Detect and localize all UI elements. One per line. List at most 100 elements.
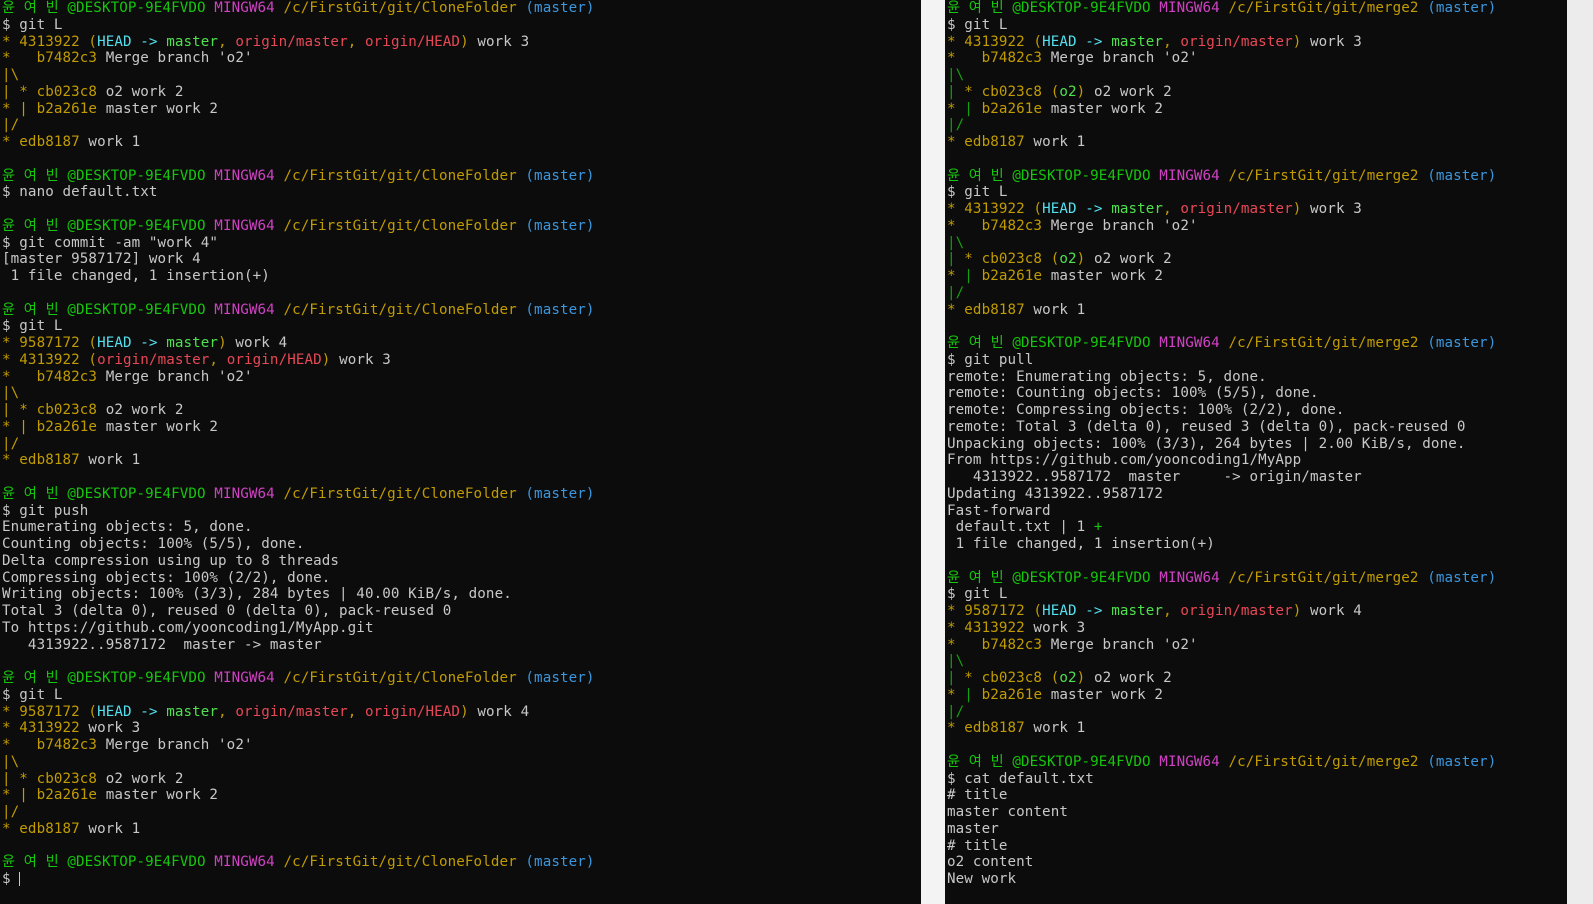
right-terminal-line: From https://github.com/yooncoding1/MyAp… [947, 452, 1496, 469]
left-terminal-line [2, 151, 595, 168]
right-terminal-text-segment: remote: Enumerating objects: 5, done. [947, 368, 1267, 385]
right-terminal-text-segment: ( [1033, 603, 1043, 619]
right-terminal-text-segment: origin/master [1180, 201, 1293, 217]
right-terminal-line: default.txt | 1 + [947, 519, 1496, 536]
right-terminal-text-segment: Merge branch 'o2' [1042, 50, 1198, 67]
left-terminal-text-segment: o2 work 2 [97, 83, 184, 100]
left-terminal-text-segment: (master) [525, 167, 595, 184]
right-terminal-line: $ git L [947, 184, 1496, 201]
left-terminal-text-segment: $ [2, 871, 20, 887]
left-terminal-text-segment: , [347, 33, 366, 50]
right-terminal-text-segment: |\ [947, 234, 965, 251]
left-terminal-text-segment: ) [218, 335, 227, 351]
right-terminal-text-segment: (master) [1427, 167, 1497, 184]
left-terminal-text-segment: master [166, 335, 219, 351]
text-cursor[interactable] [19, 872, 21, 886]
right-terminal-line: remote: Compressing objects: 100% (2/2),… [947, 402, 1496, 419]
right-terminal-text-segment: MINGW64 [1159, 753, 1229, 770]
left-terminal-text-segment: Merge branch 'o2' [97, 737, 253, 753]
right-terminal-text-segment: | [947, 83, 965, 100]
left-terminal-text-segment: 윤 여 빈 @DESKTOP-9E4FVDO [2, 670, 215, 686]
left-terminal-text-segment: $ git push [2, 502, 89, 519]
right-terminal-text-segment: * 4313922 [947, 33, 1034, 50]
left-terminal-line: $ [2, 871, 595, 888]
right-terminal-line: 1 file changed, 1 insertion(+) [947, 536, 1496, 553]
right-terminal-line: Unpacking objects: 100% (3/3), 264 bytes… [947, 436, 1496, 453]
left-terminal-line: Counting objects: 100% (5/5), done. [2, 536, 595, 553]
left-terminal-output: 윤 여 빈 @DESKTOP-9E4FVDO MINGW64 /c/FirstG… [2, 0, 595, 888]
left-terminal-line: 윤 여 빈 @DESKTOP-9E4FVDO MINGW64 /c/FirstG… [2, 302, 595, 319]
left-terminal-text-segment: | * cb023c8 [2, 770, 98, 787]
right-terminal-text-segment: work 3 [1024, 619, 1086, 636]
right-terminal-text-segment: remote: Compressing objects: 100% (2/2),… [947, 402, 1345, 418]
right-terminal-text-segment: master [947, 820, 999, 837]
left-terminal-text-segment: (master) [525, 0, 595, 16]
right-terminal-line: 윤 여 빈 @DESKTOP-9E4FVDO MINGW64 /c/FirstG… [947, 754, 1496, 771]
left-terminal-line: |\ [2, 385, 595, 402]
right-terminal-text-segment: * cb023c8 [964, 83, 1051, 100]
left-terminal-text-segment: (master) [525, 854, 595, 871]
left-terminal-text-segment: , [218, 703, 236, 720]
left-terminal-line: * 4313922 (HEAD -> master, origin/master… [2, 34, 595, 51]
left-terminal-text-segment: 윤 여 빈 @DESKTOP-9E4FVDO [2, 167, 215, 184]
left-terminal-text-segment: origin/HEAD [365, 33, 461, 50]
right-terminal-text-segment: , [1163, 201, 1181, 217]
left-terminal-line: Enumerating objects: 5, done. [2, 519, 595, 536]
left-terminal-text-segment: MINGW64 [214, 301, 284, 318]
right-terminal-text-segment: master [1111, 603, 1164, 619]
right-terminal-pane[interactable]: 윤 여 빈 @DESKTOP-9E4FVDO MINGW64 /c/FirstG… [945, 0, 1567, 904]
right-terminal-line: * | b2a261e master work 2 [947, 268, 1496, 285]
right-terminal-line: remote: Enumerating objects: 5, done. [947, 369, 1496, 386]
right-terminal-text-segment: master work 2 [1042, 268, 1164, 284]
left-terminal-line: * edb8187 work 1 [2, 821, 595, 838]
left-terminal-text-segment: MINGW64 [214, 485, 284, 502]
right-terminal-line: 4313922..9587172 master -> origin/master [947, 469, 1496, 486]
left-terminal-pane[interactable]: 윤 여 빈 @DESKTOP-9E4FVDO MINGW64 /c/FirstG… [0, 0, 921, 904]
right-terminal-line: * 4313922 (HEAD -> master, origin/master… [947, 201, 1496, 218]
right-terminal-text-segment: $ git L [947, 184, 1008, 201]
right-terminal-text-segment: (master) [1427, 569, 1497, 586]
pane-divider[interactable] [921, 0, 945, 904]
right-terminal-text-segment: o2 [1059, 670, 1077, 686]
left-terminal-text-segment: o2 work 2 [97, 770, 184, 787]
right-terminal-text-segment: $ git L [947, 586, 1008, 603]
left-terminal-line: $ git commit -am "work 4" [2, 235, 595, 252]
left-terminal-text-segment: 1 file changed, 1 insertion(+) [2, 268, 270, 284]
right-terminal-text-segment: $ git pull [947, 351, 1034, 368]
right-terminal-line: * edb8187 work 1 [947, 720, 1496, 737]
left-terminal-text-segment: 윤 여 빈 @DESKTOP-9E4FVDO [2, 485, 215, 502]
left-terminal-line: 윤 여 빈 @DESKTOP-9E4FVDO MINGW64 /c/FirstG… [2, 218, 595, 235]
right-terminal-line: $ git L [947, 586, 1496, 603]
left-terminal-text-segment: * 4313922 [2, 720, 80, 737]
left-terminal-text-segment: , [218, 33, 236, 50]
right-terminal-text-segment: (master) [1427, 335, 1497, 351]
right-terminal-text-segment: default.txt | 1 [947, 519, 1094, 536]
right-terminal-line: |/ [947, 117, 1496, 134]
right-terminal-text-segment: work 1 [1024, 720, 1086, 737]
right-terminal-line: $ git L [947, 17, 1496, 34]
right-terminal-text-segment: | [947, 251, 965, 268]
right-terminal-line: * edb8187 work 1 [947, 302, 1496, 319]
left-terminal-text-segment: * edb8187 [2, 134, 80, 150]
left-terminal-line: |\ [2, 754, 595, 771]
right-terminal-text-segment: From https://github.com/yooncoding1/MyAp… [947, 452, 1302, 469]
left-terminal-line: * edb8187 work 1 [2, 452, 595, 469]
left-terminal-line: * b7482c3 Merge branch 'o2' [2, 737, 595, 754]
left-terminal-text-segment: $ git L [2, 686, 63, 703]
right-terminal-line: remote: Total 3 (delta 0), reused 3 (del… [947, 419, 1496, 436]
right-terminal-text-segment: ( [1033, 33, 1043, 50]
right-terminal-text-segment: master work 2 [1042, 686, 1164, 703]
right-terminal-line: 윤 여 빈 @DESKTOP-9E4FVDO MINGW64 /c/FirstG… [947, 168, 1496, 185]
right-terminal-text-segment: * b7482c3 [947, 636, 1043, 653]
left-terminal-text-segment: Writing objects: 100% (3/3), 284 bytes |… [2, 586, 512, 603]
right-terminal-text-segment: HEAD -> [1042, 201, 1112, 217]
right-terminal-line: * 4313922 work 3 [947, 620, 1496, 637]
left-terminal-line: Delta compression using up to 8 threads [2, 553, 595, 570]
left-terminal-text-segment: origin/master [97, 351, 210, 368]
left-terminal-text-segment: work 1 [79, 452, 141, 469]
left-terminal-line: $ nano default.txt [2, 184, 595, 201]
right-terminal-text-segment: | [964, 100, 982, 117]
left-terminal-text-segment: | * cb023c8 [2, 402, 98, 418]
left-terminal-text-segment: * | b2a261e [2, 787, 98, 804]
left-terminal-line [2, 469, 595, 486]
